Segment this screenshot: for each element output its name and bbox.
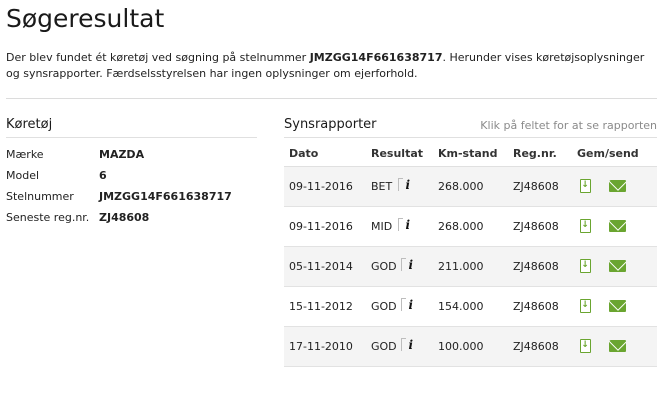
vehicle-label: Seneste reg.nr.	[6, 211, 90, 224]
report-km: 154.000	[438, 300, 484, 313]
document-download-icon[interactable]	[580, 219, 591, 233]
report-row[interactable]: 05-11-2014 GOD i 211.000 ZJ48608	[284, 247, 657, 287]
divider	[6, 98, 657, 99]
document-download-icon[interactable]	[580, 299, 591, 313]
reports-hint: Klik på feltet for at se rapporten	[480, 119, 657, 132]
info-icon[interactable]: i	[401, 297, 413, 313]
search-intro-text: Der blev fundet ét køretøj ved søgning p…	[6, 50, 656, 82]
reports-table-header: Dato Resultat Km-stand Reg.nr. Gem/send	[284, 143, 657, 165]
report-date: 17-11-2010	[289, 340, 353, 353]
vehicle-label: Stelnummer	[6, 190, 74, 203]
report-reg: ZJ48608	[513, 220, 559, 233]
report-reg: ZJ48608	[513, 340, 559, 353]
envelope-icon[interactable]	[609, 180, 626, 192]
vehicle-value: JMZGG14F661638717	[99, 190, 232, 203]
report-km: 268.000	[438, 180, 484, 193]
report-km: 100.000	[438, 340, 484, 353]
report-row[interactable]: 17-11-2010 GOD i 100.000 ZJ48608	[284, 327, 657, 367]
vehicle-label: Model	[6, 169, 40, 182]
info-icon[interactable]: i	[398, 177, 410, 193]
intro-text-start: Der blev fundet ét køretøj ved søgning p…	[6, 51, 310, 64]
vehicle-info-table: Mærke MAZDA Model 6 Stelnummer JMZGG14F6…	[6, 144, 257, 228]
document-download-icon[interactable]	[580, 339, 591, 353]
envelope-icon[interactable]	[609, 220, 626, 232]
column-header-date: Dato	[289, 147, 319, 160]
report-reg: ZJ48608	[513, 180, 559, 193]
vehicle-section-title: Køretøj	[6, 117, 53, 132]
vehicle-divider	[6, 137, 257, 138]
column-header-km: Km-stand	[438, 147, 498, 160]
info-icon[interactable]: i	[398, 217, 410, 233]
column-header-reg: Reg.nr.	[513, 147, 557, 160]
vehicle-value: ZJ48608	[99, 211, 150, 224]
reports-divider	[284, 137, 657, 138]
report-result: GOD	[371, 260, 397, 273]
intro-vin: JMZGG14F661638717	[309, 51, 443, 64]
report-km: 268.000	[438, 220, 484, 233]
report-km: 211.000	[438, 260, 484, 273]
reports-section-title: Synsrapporter	[284, 117, 377, 132]
info-icon[interactable]: i	[401, 257, 413, 273]
report-result: GOD	[371, 340, 397, 353]
envelope-icon[interactable]	[609, 260, 626, 272]
vehicle-row-make: Mærke MAZDA	[6, 144, 257, 165]
report-row[interactable]: 09-11-2016 MID i 268.000 ZJ48608	[284, 207, 657, 247]
column-header-result: Resultat	[371, 147, 424, 160]
reports-table-body: 09-11-2016 BET i 268.000 ZJ48608 09-11-2…	[284, 167, 657, 367]
info-icon[interactable]: i	[401, 337, 413, 353]
document-download-icon[interactable]	[580, 259, 591, 273]
vehicle-row-latest-reg: Seneste reg.nr. ZJ48608	[6, 207, 257, 228]
report-reg: ZJ48608	[513, 260, 559, 273]
document-download-icon[interactable]	[580, 179, 591, 193]
vehicle-value: 6	[99, 169, 107, 182]
vehicle-label: Mærke	[6, 148, 44, 161]
report-row[interactable]: 09-11-2016 BET i 268.000 ZJ48608	[284, 167, 657, 207]
vehicle-value: MAZDA	[99, 148, 145, 161]
report-reg: ZJ48608	[513, 300, 559, 313]
page-title: Søgeresultat	[6, 4, 165, 33]
report-row[interactable]: 15-11-2012 GOD i 154.000 ZJ48608	[284, 287, 657, 327]
envelope-icon[interactable]	[609, 340, 626, 352]
report-date: 09-11-2016	[289, 180, 353, 193]
report-result: BET	[371, 180, 393, 193]
report-date: 15-11-2012	[289, 300, 353, 313]
vehicle-row-model: Model 6	[6, 165, 257, 186]
report-date: 09-11-2016	[289, 220, 353, 233]
envelope-icon[interactable]	[609, 300, 626, 312]
column-header-save-send: Gem/send	[577, 147, 639, 160]
report-date: 05-11-2014	[289, 260, 353, 273]
report-result: MID	[371, 220, 393, 233]
report-result: GOD	[371, 300, 397, 313]
vehicle-row-vin: Stelnummer JMZGG14F661638717	[6, 186, 257, 207]
